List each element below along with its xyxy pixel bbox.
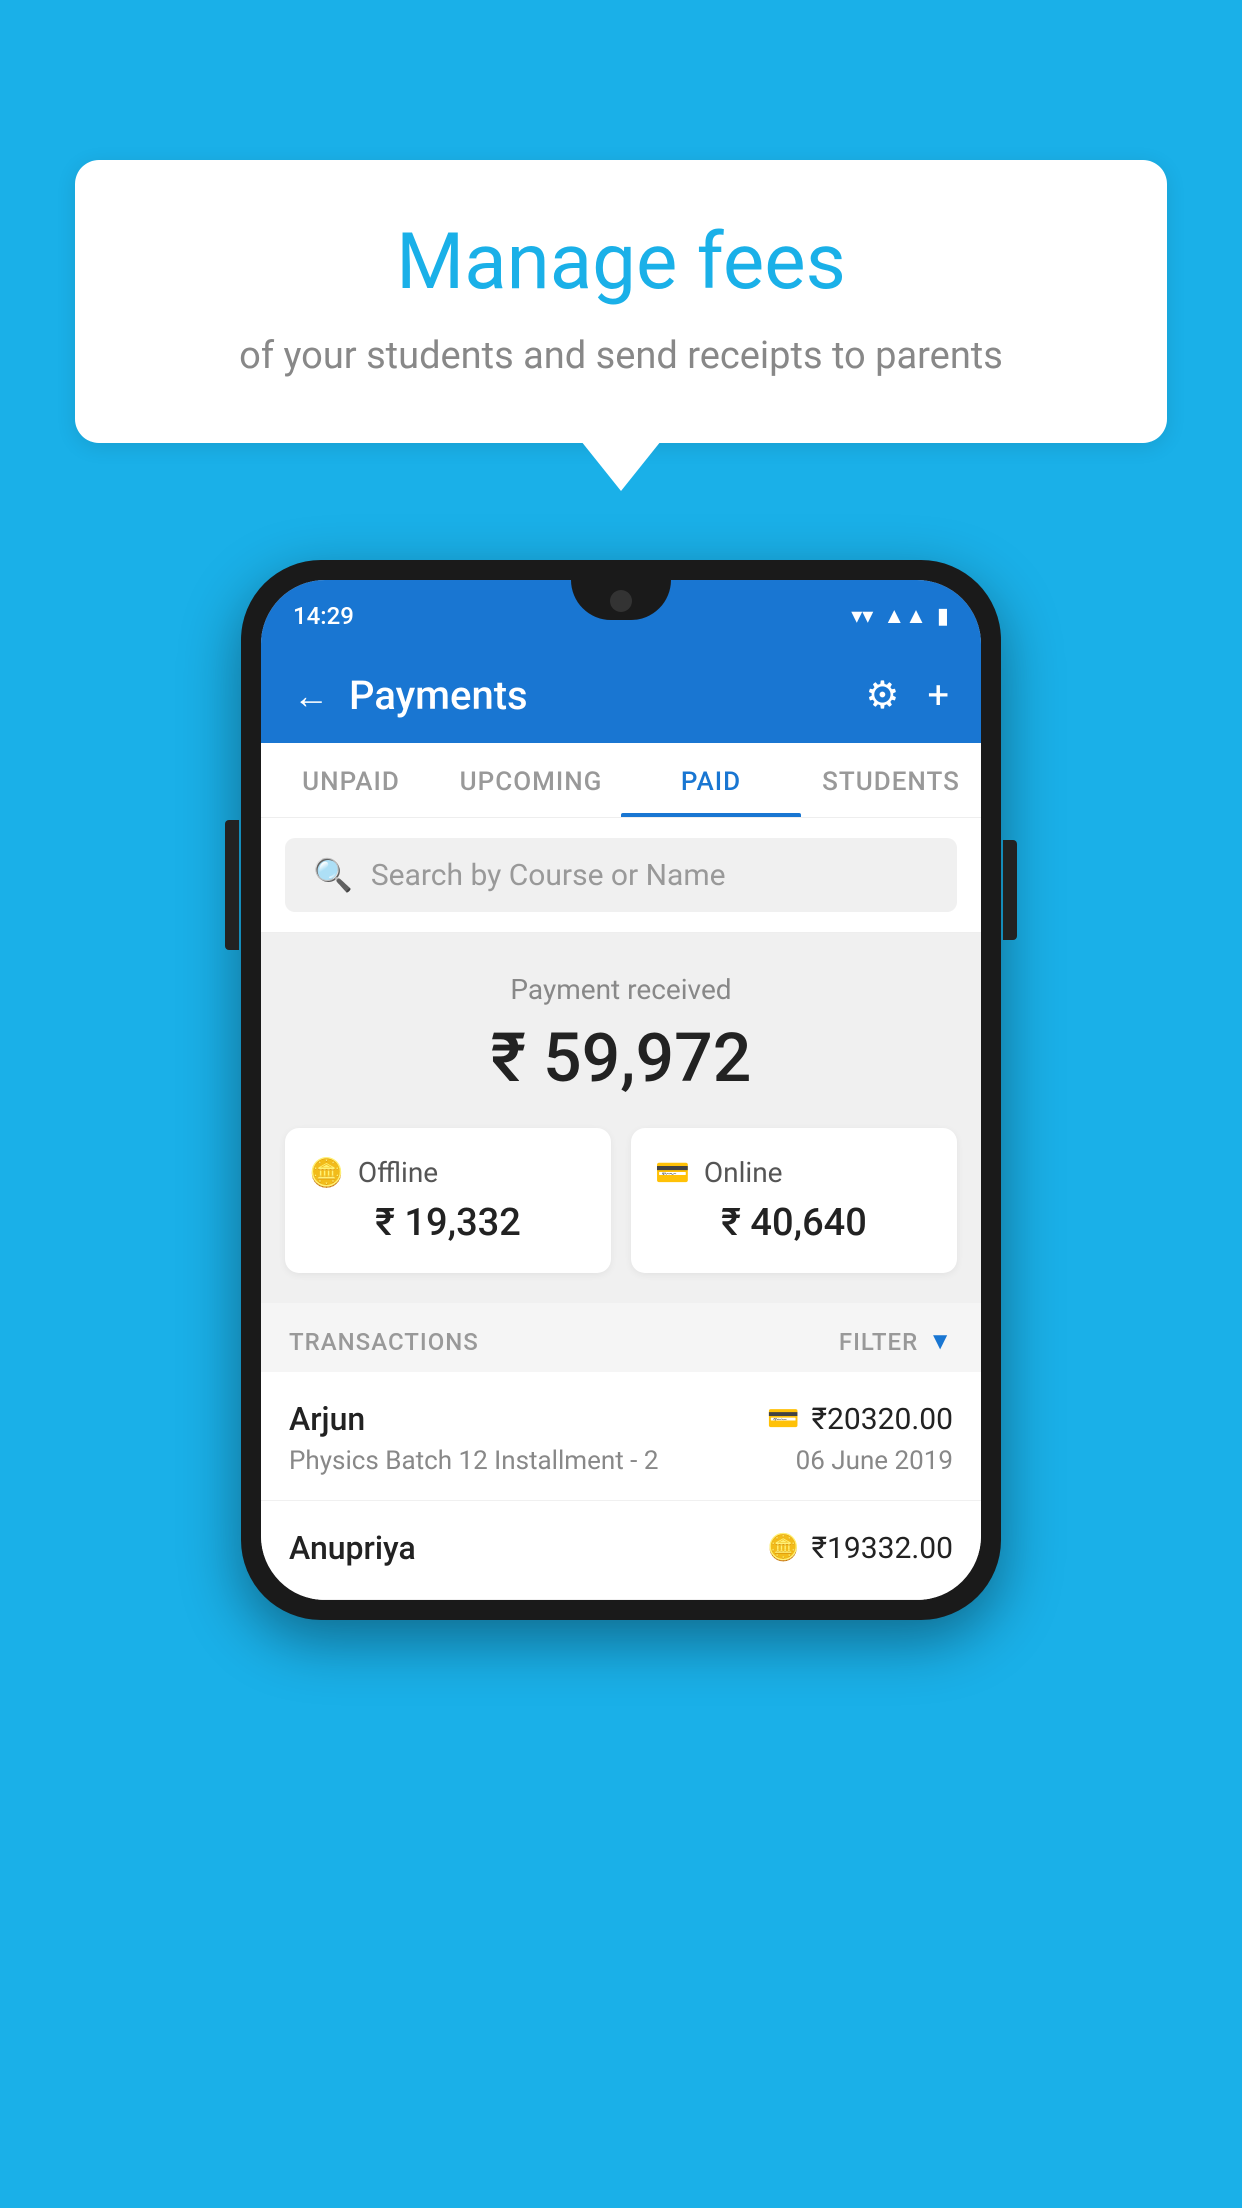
offline-card: 🪙 Offline ₹ 19,332 — [285, 1128, 611, 1273]
transaction-top: Arjun 💳 ₹20320.00 — [289, 1400, 953, 1438]
signal-icon: ▲▲ — [883, 603, 927, 629]
offline-icon: 🪙 — [309, 1156, 344, 1189]
header-right: ⚙ + — [865, 673, 949, 718]
search-input[interactable]: Search by Course or Name — [371, 858, 726, 893]
tooltip-title: Manage fees — [155, 220, 1087, 306]
payment-cards: 🪙 Offline ₹ 19,332 💳 Online ₹ 40,640 — [261, 1128, 981, 1273]
phone-mockup: 14:29 ▾▾ ▲▲ ▮ ← Payments ⚙ + — [241, 560, 1001, 1620]
tooltip-card: Manage fees of your students and send re… — [75, 160, 1167, 443]
back-button[interactable]: ← — [293, 675, 329, 717]
online-card: 💳 Online ₹ 40,640 — [631, 1128, 957, 1273]
payment-summary: Payment received ₹ 59,972 🪙 Offline ₹ 19… — [261, 933, 981, 1303]
payment-total: ₹ 59,972 — [261, 1018, 981, 1098]
filter-icon: ▼ — [928, 1327, 953, 1356]
tab-unpaid[interactable]: UNPAID — [261, 743, 441, 817]
online-icon: 💳 — [655, 1156, 690, 1189]
transaction-date: 06 June 2019 — [796, 1446, 953, 1476]
online-label: Online — [704, 1156, 783, 1189]
header-left: ← Payments — [293, 672, 528, 719]
filter-label: FILTER — [839, 1328, 918, 1356]
status-icons: ▾▾ ▲▲ ▮ — [851, 603, 949, 629]
tab-students[interactable]: STUDENTS — [801, 743, 981, 817]
payment-received-label: Payment received — [261, 973, 981, 1006]
notch-cutout — [571, 580, 671, 620]
online-card-header: 💳 Online — [655, 1156, 933, 1189]
search-box[interactable]: 🔍 Search by Course or Name — [285, 838, 957, 912]
online-amount: ₹ 40,640 — [655, 1201, 933, 1245]
settings-icon[interactable]: ⚙ — [865, 673, 899, 718]
app-header: ← Payments ⚙ + — [261, 652, 981, 743]
transaction-name: Arjun — [289, 1400, 365, 1438]
battery-icon: ▮ — [937, 604, 949, 629]
phone-outer: 14:29 ▾▾ ▲▲ ▮ ← Payments ⚙ + — [241, 560, 1001, 1620]
transaction-row[interactable]: Anupriya 🪙 ₹19332.00 — [261, 1501, 981, 1600]
filter-button[interactable]: FILTER ▼ — [839, 1327, 953, 1356]
transaction-bottom: Physics Batch 12 Installment - 2 06 June… — [289, 1446, 953, 1476]
transactions-header: TRANSACTIONS FILTER ▼ — [261, 1303, 981, 1372]
add-icon[interactable]: + — [927, 674, 949, 718]
search-icon: 🔍 — [313, 856, 353, 894]
offline-amount: ₹ 19,332 — [309, 1201, 587, 1245]
transactions-label: TRANSACTIONS — [289, 1328, 479, 1356]
online-payment-icon: 💳 — [767, 1404, 799, 1434]
transaction-amount: 🪙 ₹19332.00 — [767, 1531, 953, 1566]
status-bar: 14:29 ▾▾ ▲▲ ▮ — [261, 580, 981, 652]
camera-notch — [610, 590, 632, 612]
offline-payment-icon: 🪙 — [767, 1533, 799, 1563]
phone-screen: 14:29 ▾▾ ▲▲ ▮ ← Payments ⚙ + — [261, 580, 981, 1600]
offline-card-header: 🪙 Offline — [309, 1156, 587, 1189]
search-container: 🔍 Search by Course or Name — [261, 818, 981, 933]
transaction-name: Anupriya — [289, 1529, 416, 1567]
tabs-bar: UNPAID UPCOMING PAID STUDENTS — [261, 743, 981, 818]
transaction-course: Physics Batch 12 Installment - 2 — [289, 1446, 658, 1476]
transaction-row[interactable]: Arjun 💳 ₹20320.00 Physics Batch 12 Insta… — [261, 1372, 981, 1501]
transaction-top: Anupriya 🪙 ₹19332.00 — [289, 1529, 953, 1567]
tab-paid[interactable]: PAID — [621, 743, 801, 817]
header-title: Payments — [349, 672, 528, 719]
tooltip-subtitle: of your students and send receipts to pa… — [155, 330, 1087, 383]
status-time: 14:29 — [293, 602, 354, 630]
transaction-amount: 💳 ₹20320.00 — [767, 1402, 953, 1437]
wifi-icon: ▾▾ — [851, 604, 873, 629]
tab-upcoming[interactable]: UPCOMING — [441, 743, 621, 817]
offline-label: Offline — [358, 1156, 438, 1189]
